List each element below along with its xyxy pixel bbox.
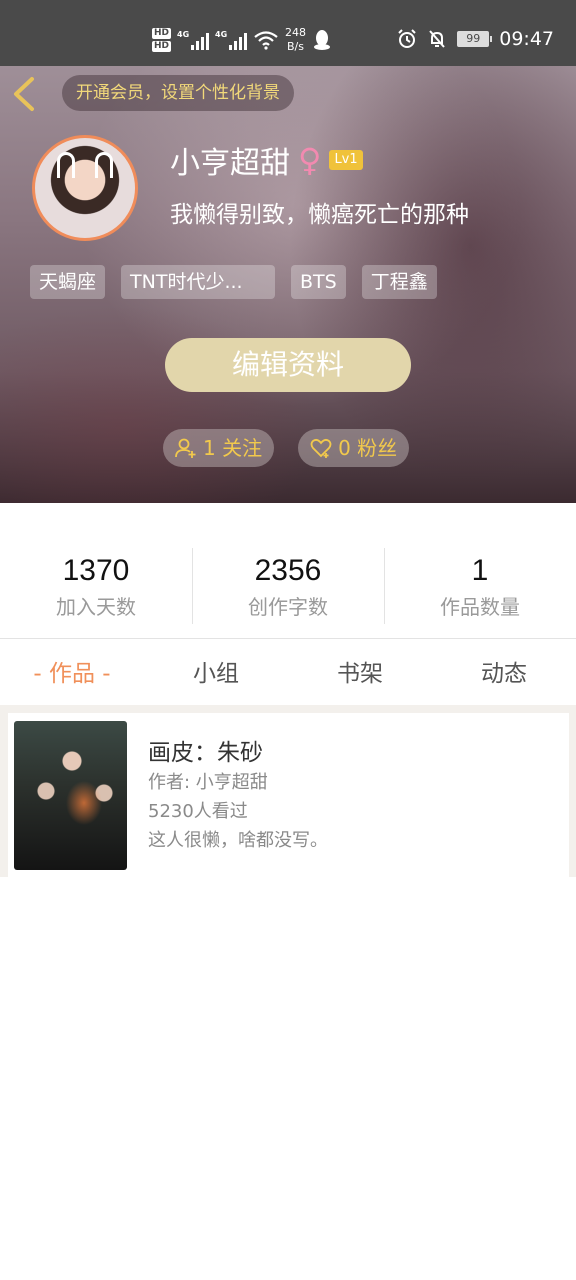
profile-stats: 1370 加入天数 2356 创作字数 1 作品数量 (0, 548, 576, 624)
mute-bell-icon (429, 30, 445, 48)
profile-name-row: 小亨超甜 ♀ Lv1 (170, 138, 363, 182)
stat-join-days: 1370 加入天数 (0, 548, 192, 624)
stat-value: 2356 (254, 554, 322, 587)
following-button[interactable]: 1 关注 (163, 429, 275, 467)
tab-activity[interactable]: 动态 (432, 650, 576, 700)
following-count: 1 关注 (203, 436, 263, 460)
clock: 09:47 (499, 28, 554, 50)
tab-groups[interactable]: 小组 (144, 650, 288, 700)
level-badge: Lv1 (329, 150, 363, 170)
stat-label: 创作字数 (248, 595, 328, 619)
vip-background-prompt[interactable]: 开通会员，设置个性化背景 (62, 75, 294, 111)
status-left-cluster: HD HD 4G 4G 248 B/s (152, 22, 332, 58)
work-title: 画皮：朱砂 (148, 740, 263, 766)
network-type-2: 4G (215, 30, 228, 39)
tag-item: BTS (291, 265, 346, 299)
hd-label-1: HD (152, 28, 172, 39)
stat-value: 1370 (62, 554, 130, 587)
alarm-icon (398, 29, 416, 48)
female-icon: ♀ (298, 141, 322, 179)
speed-value: 248 (285, 26, 307, 39)
stat-label: 加入天数 (56, 595, 136, 619)
tag-item: 天蝎座 (30, 265, 106, 299)
tag-list: 天蝎座 TNT时代少... BTS 丁程鑫 (30, 265, 437, 299)
work-card[interactable]: 画皮：朱砂 作者: 小亨超甜 5230人看过 这人很懒，啥都没写。 (8, 713, 569, 877)
speed-unit: B/s (287, 40, 304, 53)
status-right-cluster: 99 09:47 (397, 28, 554, 50)
follow-row: 1 关注 0 粉丝 (163, 429, 410, 467)
stat-works-count: 1 作品数量 (384, 548, 576, 624)
work-views: 5230人看过 (148, 801, 248, 822)
work-description: 这人很懒，啥都没写。 (148, 830, 328, 851)
qq-icon (314, 30, 331, 50)
hd-label-2: HD (152, 41, 172, 52)
work-author: 作者: 小亨超甜 (148, 772, 268, 793)
wifi-icon (254, 31, 278, 50)
stat-value: 1 (471, 554, 489, 587)
tab-bookshelf[interactable]: 书架 (288, 650, 432, 700)
signal-icon: 4G (177, 30, 210, 50)
book-cover-image[interactable] (14, 721, 127, 870)
network-type-1: 4G (177, 30, 190, 39)
divider (0, 638, 576, 639)
edit-profile-button[interactable]: 编辑资料 (165, 338, 411, 392)
tag-item: TNT时代少... (121, 265, 276, 299)
battery-icon: 99 (457, 31, 493, 47)
followers-count: 0 粉丝 (338, 436, 398, 460)
back-button[interactable] (10, 76, 40, 112)
stat-label: 作品数量 (440, 595, 520, 619)
status-bar: HD HD 4G 4G 248 B/s 99 09:47 (0, 0, 576, 66)
profile-header: 开通会员，设置个性化背景 小亨超甜 ♀ Lv1 我懒得别致，懒癌死亡的那种 天蝎… (0, 66, 576, 503)
stat-word-count: 2356 创作字数 (192, 548, 384, 624)
section-gap (0, 705, 576, 713)
chevron-left-icon (14, 77, 34, 111)
user-plus-icon (175, 438, 196, 458)
hd-icon: HD HD (152, 28, 172, 52)
tag-item: 丁程鑫 (361, 265, 437, 299)
user-signature: 我懒得别致，懒癌死亡的那种 (170, 202, 469, 228)
followers-button[interactable]: 0 粉丝 (298, 429, 410, 467)
tab-works[interactable]: - 作品 - (0, 650, 144, 700)
username: 小亨超甜 (170, 146, 290, 181)
heart-icon (310, 438, 332, 458)
avatar[interactable] (32, 135, 138, 241)
signal-icon: 4G (215, 30, 248, 50)
profile-tabs: - 作品 - 小组 书架 动态 (0, 650, 576, 700)
network-speed: 248 B/s (285, 26, 306, 54)
